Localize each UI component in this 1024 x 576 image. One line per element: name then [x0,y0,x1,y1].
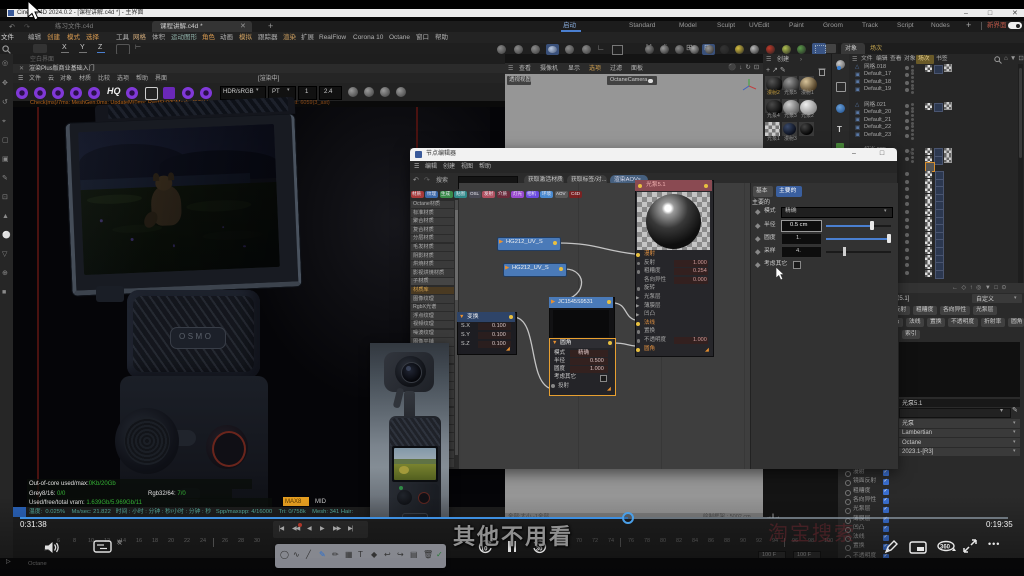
svg-text:360: 360 [940,545,951,551]
